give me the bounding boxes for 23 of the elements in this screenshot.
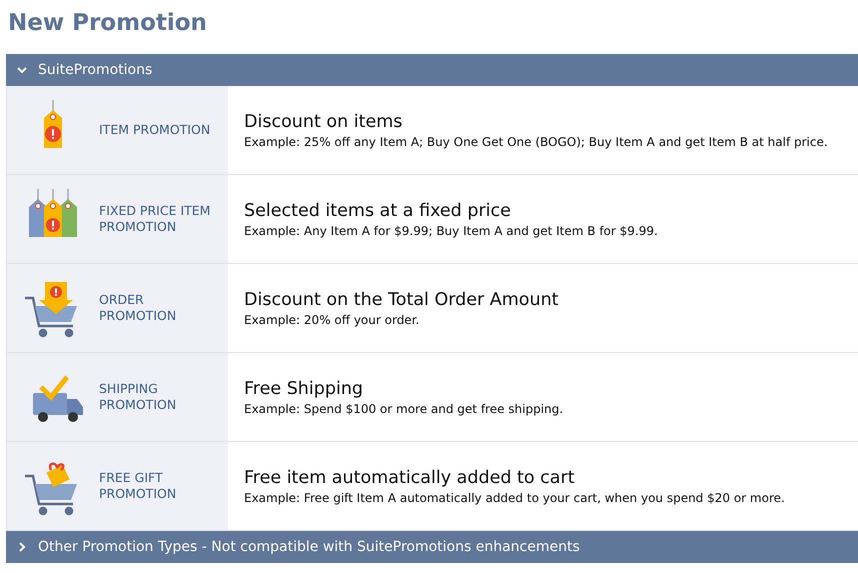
section-header[interactable]: Other Promotion Types - Not compatible with SuitePromotions enhancements	[6, 531, 858, 563]
page-title: New Promotion	[8, 9, 208, 38]
price-tag-icon	[44, 100, 62, 148]
promotion-example: Example: 20% off your order.	[244, 312, 420, 326]
delivery-truck-icon	[33, 375, 83, 422]
promotion-example: Example: Spend $100 or more and get free shipping.	[244, 402, 564, 416]
shopping-cart-icon	[25, 282, 77, 338]
section-header[interactable]: SuitePromotions	[6, 54, 858, 86]
promotion-heading: Selected items at a fixed price	[244, 200, 512, 220]
promotion-example: Example: Any Item A for $9.99; Buy Item A and get Item B for $9.99.	[244, 224, 659, 238]
gift-cart-icon	[25, 462, 77, 516]
promotion-example: Example: Free gift Item A automatically added to your cart, when you spend $20 or more.	[244, 490, 786, 504]
promotion-heading: Free item automatically added to cart	[244, 468, 576, 488]
promotion-type-link[interactable]: FREE GIFT PROMOTION	[99, 470, 219, 502]
promotion-type-link[interactable]: ORDER PROMOTION	[99, 292, 219, 324]
promotion-example: Example: 25% off any Item A; Buy One Get One (BOGO); Buy Item A and get Item B at half price.	[244, 134, 829, 148]
promotion-heading: Discount on items	[244, 112, 404, 132]
price-tags-icon	[29, 189, 77, 237]
promotion-heading: Free Shipping	[244, 378, 364, 398]
promotion-type-link[interactable]: SHIPPING PROMOTION	[99, 381, 219, 413]
promotion-heading: Discount on the Total Order Amount	[244, 290, 560, 310]
promotion-type-link[interactable]: FIXED PRICE ITEM PROMOTION	[99, 203, 219, 235]
promotion-type-link[interactable]: ITEM PROMOTION	[99, 122, 219, 138]
